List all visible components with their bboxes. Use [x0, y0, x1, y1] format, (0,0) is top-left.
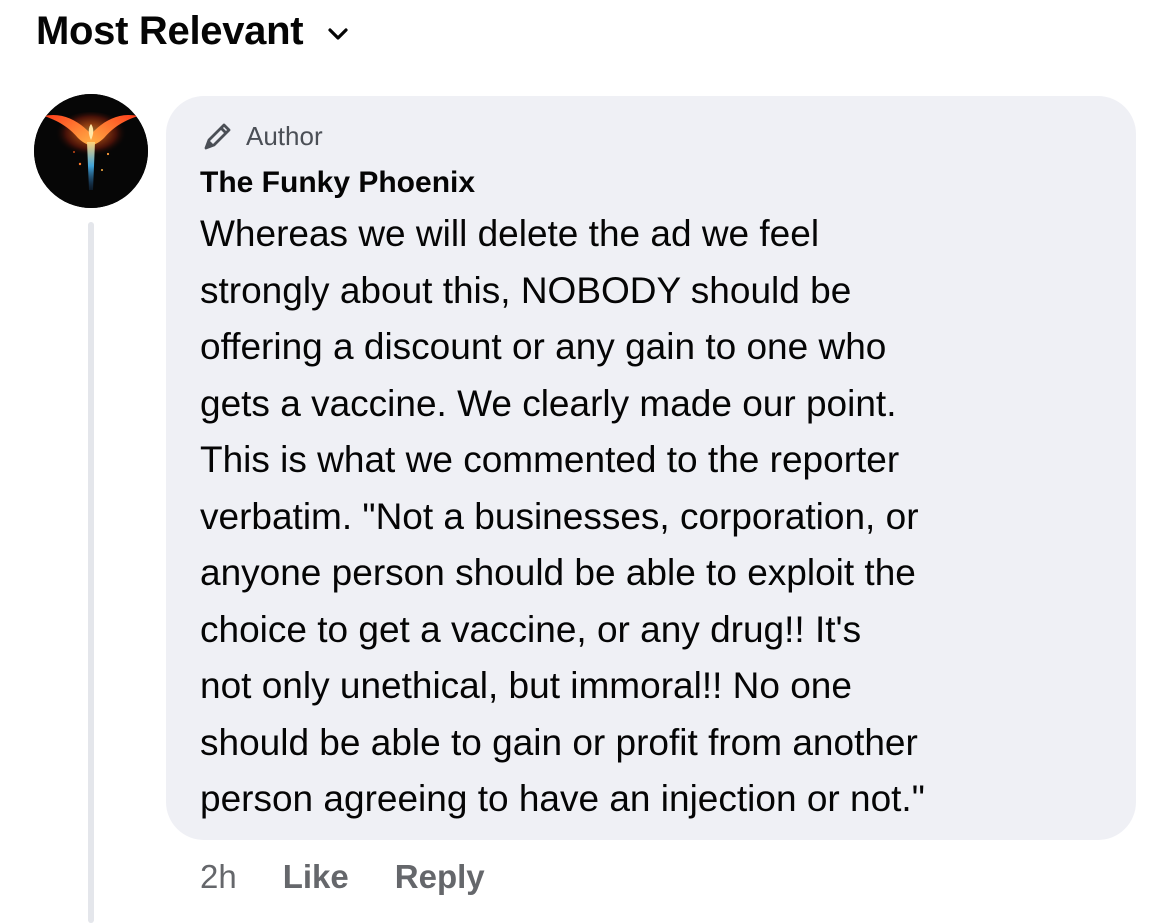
comment-bubble: Author The Funky Phoenix Whereas we will… [166, 96, 1136, 840]
reply-thread-line [88, 222, 94, 923]
comment-text: Whereas we will delete the ad we feel st… [200, 213, 925, 819]
reply-button[interactable]: Reply [395, 858, 485, 896]
avatar[interactable] [34, 94, 148, 208]
like-button[interactable]: Like [283, 858, 349, 896]
chevron-down-icon [328, 28, 348, 40]
phoenix-avatar-image [34, 94, 148, 208]
comment-actions: 2h Like Reply [200, 858, 485, 896]
comment-timestamp[interactable]: 2h [200, 858, 237, 896]
author-badge: Author [200, 118, 1136, 154]
pencil-icon [204, 123, 231, 150]
author-badge-label: Author [246, 120, 323, 151]
sort-label: Most Relevant [36, 8, 304, 53]
sort-comments-dropdown[interactable]: Most Relevant [36, 6, 349, 56]
comment-author-name[interactable]: The Funky Phoenix [200, 166, 1136, 200]
